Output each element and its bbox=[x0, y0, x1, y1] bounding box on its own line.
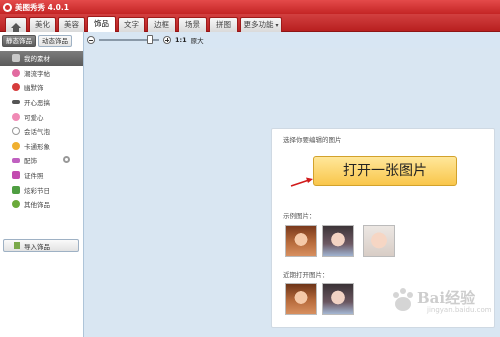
gift-icon bbox=[12, 185, 20, 194]
category-other-accessories[interactable]: 其他饰品 bbox=[0, 197, 83, 212]
category-label: 会话气泡 bbox=[24, 128, 50, 137]
original-size-button[interactable]: 原大 bbox=[191, 35, 204, 45]
zoom-in-icon[interactable] bbox=[163, 36, 171, 44]
category-list: 我的素材 潮流字帖 幽默饰 开心恶搞 可爱心 会话气泡 卡通形象 配饰 证件照 … bbox=[0, 51, 83, 212]
tab-beautify[interactable]: 美化 bbox=[29, 17, 56, 32]
category-speech-bubbles[interactable]: 会话气泡 bbox=[0, 124, 83, 139]
panel-hint: 选择你要编辑的图片 bbox=[283, 136, 342, 144]
watermark-text: Bai经验 bbox=[417, 289, 476, 307]
category-label: 我的素材 bbox=[24, 55, 50, 64]
zoom-out-icon[interactable] bbox=[87, 36, 95, 44]
tab-more-label: 更多功能 bbox=[243, 20, 274, 29]
badge-icon bbox=[12, 171, 20, 180]
category-id-photo[interactable]: 证件照 bbox=[0, 168, 83, 183]
mustache-icon bbox=[12, 100, 20, 105]
category-trendy-stickers[interactable]: 潮流字帖 bbox=[0, 66, 83, 81]
category-fun-spoof[interactable]: 开心恶搞 bbox=[0, 95, 83, 110]
tab-home[interactable] bbox=[5, 17, 27, 32]
gear-icon[interactable] bbox=[63, 156, 70, 164]
sample-image-thumbnail[interactable] bbox=[322, 225, 354, 257]
zoom-ratio-button[interactable]: 1:1 bbox=[175, 36, 187, 44]
bow-icon bbox=[12, 157, 20, 163]
category-label: 可爱心 bbox=[24, 113, 44, 122]
app-logo-icon bbox=[3, 2, 12, 12]
smiley-icon bbox=[12, 141, 20, 150]
category-humor[interactable]: 幽默饰 bbox=[0, 80, 83, 95]
red-arrow-icon bbox=[290, 177, 313, 187]
import-icon bbox=[14, 242, 20, 249]
recent-image-thumbnail[interactable] bbox=[322, 283, 354, 315]
category-label: 炫彩节日 bbox=[24, 186, 50, 195]
category-my-materials[interactable]: 我的素材 bbox=[0, 51, 83, 66]
category-label: 证件照 bbox=[24, 172, 44, 181]
subtab-static-accessories[interactable]: 静态饰品 bbox=[2, 35, 36, 47]
tab-makeup[interactable]: 美容 bbox=[58, 17, 85, 32]
tab-text[interactable]: 文字 bbox=[118, 17, 145, 32]
category-decorations[interactable]: 配饰 bbox=[0, 153, 83, 168]
window-title: 美图秀秀 4.0.1 bbox=[15, 2, 69, 12]
tab-scene[interactable]: 场景 bbox=[178, 17, 207, 32]
tab-collage[interactable]: 拼图 bbox=[209, 17, 238, 32]
chevron-down-icon: ▾ bbox=[275, 22, 279, 29]
recent-images-label: 近期打开图片： bbox=[283, 271, 329, 279]
face-icon bbox=[12, 83, 20, 92]
zoom-slider[interactable] bbox=[99, 35, 159, 44]
title-bar: 美图秀秀 4.0.1 bbox=[0, 0, 500, 14]
subtab-animated-accessories[interactable]: 动态饰品 bbox=[38, 35, 72, 47]
import-label: 导入饰品 bbox=[24, 242, 50, 251]
baidu-watermark: Bai经验 jingyan.baidu.com bbox=[383, 283, 495, 323]
watermark-subtext: jingyan.baidu.com bbox=[427, 306, 492, 314]
import-accessory-button[interactable]: 导入饰品 bbox=[3, 239, 79, 252]
folder-icon bbox=[12, 54, 20, 63]
bubble-icon bbox=[12, 127, 20, 136]
zoom-slider-thumb[interactable] bbox=[147, 35, 153, 44]
category-label: 开心恶搞 bbox=[24, 99, 50, 108]
clover-icon bbox=[12, 200, 20, 209]
sidebar-subtabs: 静态饰品 动态饰品 bbox=[0, 32, 83, 49]
heart-icon bbox=[12, 112, 20, 121]
sample-image-thumbnail[interactable] bbox=[363, 225, 395, 257]
tab-accessories[interactable]: 饰品 bbox=[87, 16, 116, 32]
category-cute-hearts[interactable]: 可爱心 bbox=[0, 109, 83, 124]
category-label: 其他饰品 bbox=[24, 201, 50, 210]
category-label: 幽默饰 bbox=[24, 84, 44, 93]
sample-image-thumbnail[interactable] bbox=[285, 225, 317, 257]
category-label: 配饰 bbox=[24, 157, 37, 166]
category-festival[interactable]: 炫彩节日 bbox=[0, 182, 83, 197]
category-label: 潮流字帖 bbox=[24, 69, 50, 78]
tab-more-functions[interactable]: 更多功能 ▾ bbox=[240, 17, 282, 32]
zoom-toolbar: 1:1 原大 bbox=[84, 32, 500, 48]
heart-icon bbox=[12, 68, 20, 77]
tab-frame[interactable]: 边框 bbox=[147, 17, 176, 32]
main-tab-bar: 美化 美容 饰品 文字 边框 场景 拼图 更多功能 ▾ bbox=[0, 14, 500, 32]
home-icon bbox=[11, 23, 21, 32]
accessory-sidebar: 静态饰品 动态饰品 我的素材 潮流字帖 幽默饰 开心恶搞 可爱心 会话气泡 卡通… bbox=[0, 32, 84, 337]
category-label: 卡通形象 bbox=[24, 142, 50, 151]
recent-image-thumbnail[interactable] bbox=[285, 283, 317, 315]
paw-logo-icon bbox=[393, 288, 413, 311]
category-cartoon-characters[interactable]: 卡通形象 bbox=[0, 139, 83, 154]
sample-images-label: 示例图片： bbox=[283, 212, 316, 220]
open-image-button[interactable]: 打开一张图片 bbox=[313, 156, 457, 186]
